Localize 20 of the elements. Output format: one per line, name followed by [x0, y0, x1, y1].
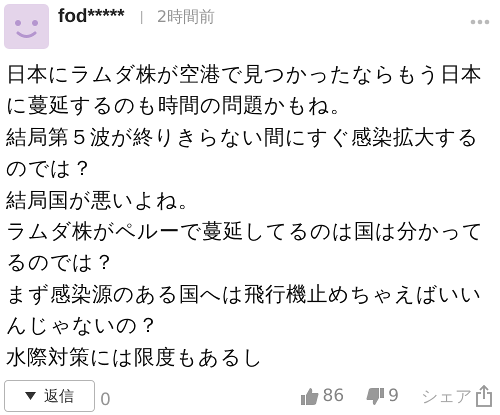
comment-text: 結局国が悪いよね。 — [6, 186, 200, 214]
smiley-avatar-icon — [4, 4, 49, 49]
comment-text: ラムダ株がペルーで蔓延してるのは国は分かってるのでは？ — [6, 218, 485, 276]
thumbs-down-icon — [366, 388, 384, 404]
comment-text: まず感染源のある国へは飛行機止めちゃえばいいんじゃないの？ — [6, 280, 483, 340]
share-button[interactable]: シェア — [421, 384, 492, 408]
timestamp: 2時間前 — [156, 7, 216, 28]
reply-button[interactable]: 返信 — [4, 380, 95, 412]
dislike-button[interactable]: 9 — [366, 386, 399, 406]
comment-text: 結局第５波が終りきらない間にすぐ感染拡大するのでは？ — [6, 124, 480, 182]
thumbs-up-icon — [300, 388, 319, 404]
separator: | — [140, 10, 144, 25]
like-button[interactable]: 86 — [300, 386, 344, 406]
caret-icon — [25, 392, 36, 400]
more-icon[interactable] — [470, 19, 490, 25]
username: fod***** — [58, 6, 125, 28]
comment-text: 水際対策には限度もあるし — [6, 344, 265, 371]
comment-text: 日本にラムダ株が空港で見つかったならもう日本に蔓延するのも時間の問題かもね。 — [6, 61, 483, 120]
share-icon — [476, 385, 492, 407]
reply-count: 0 — [100, 390, 111, 410]
